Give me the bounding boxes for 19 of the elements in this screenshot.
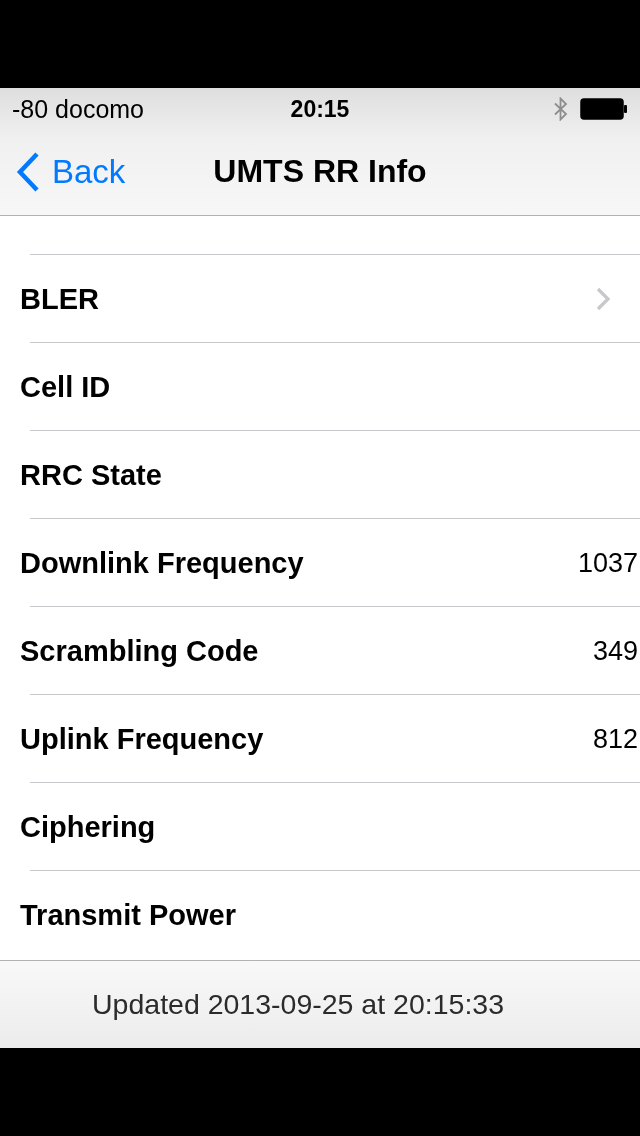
back-button[interactable]: Back <box>0 151 126 192</box>
updated-timestamp: Updated 2013-09-25 at 20:15:33 <box>92 988 504 1021</box>
battery-icon <box>580 98 628 120</box>
row-value: 349 <box>592 635 639 667</box>
row-label: Uplink Frequency <box>20 722 264 756</box>
row-label: Transmit Power <box>20 898 236 932</box>
row-label: RRC State <box>20 458 162 492</box>
screen-title: UMTS RR Info <box>213 153 427 190</box>
bluetooth-icon <box>554 97 568 121</box>
status-time: 20:15 <box>290 95 350 123</box>
row-label: Scrambling Code <box>20 634 259 668</box>
row-label: Downlink Frequency <box>20 546 304 580</box>
row-label: Cell ID <box>20 370 111 404</box>
carrier-label: -80 docomo <box>12 94 145 124</box>
back-chevron-icon <box>16 151 40 192</box>
row-value: 1037 <box>577 547 639 579</box>
row-value: 812 <box>592 723 639 755</box>
row-label: BLER <box>20 282 99 316</box>
row-label: Ciphering <box>20 810 156 844</box>
